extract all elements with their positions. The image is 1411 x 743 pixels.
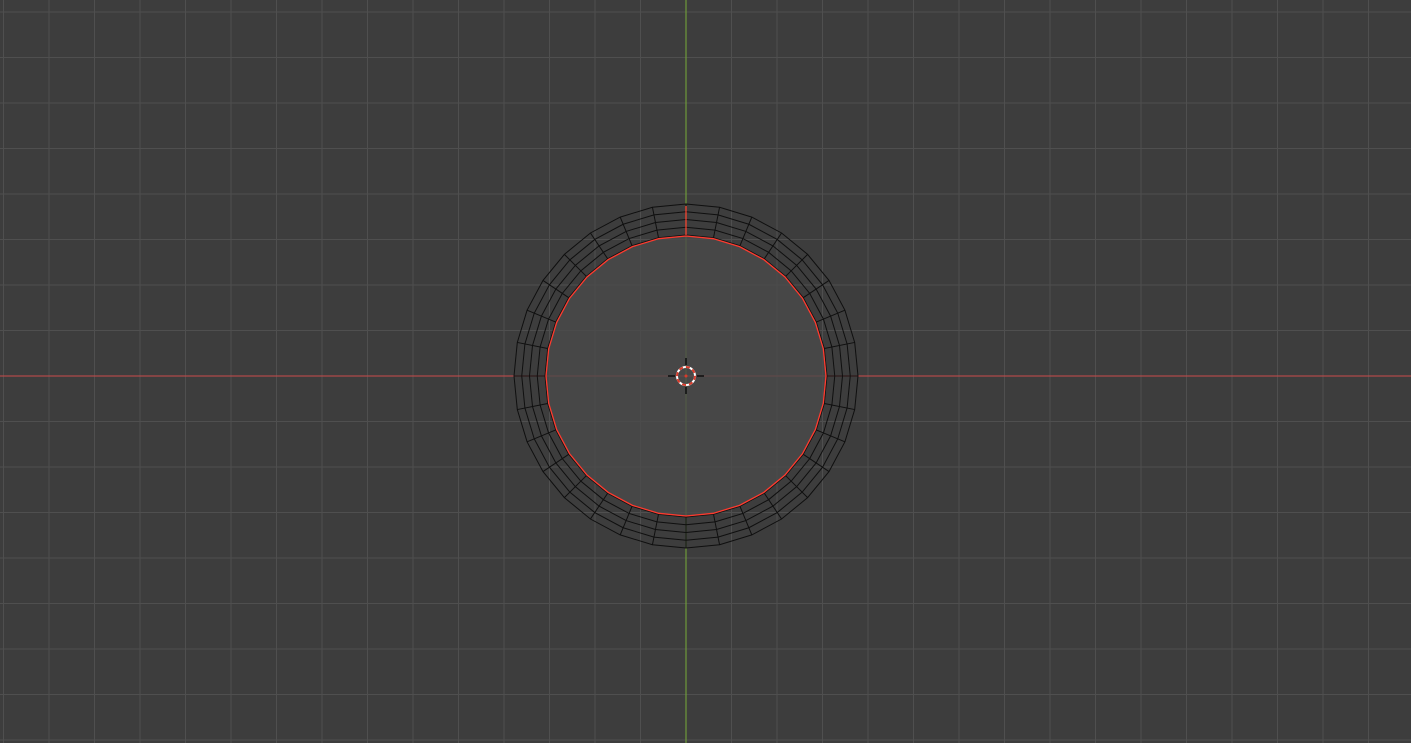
mesh-radial-edge	[564, 254, 587, 277]
mesh-radial-edge	[526, 429, 556, 443]
mesh-radial-edge	[619, 216, 633, 246]
mesh-radial-edge	[739, 506, 753, 536]
mesh-radial-edge	[785, 254, 808, 277]
mesh-radial-edge	[785, 475, 808, 498]
mesh-radial-edge	[816, 309, 846, 323]
3d-viewport[interactable]	[0, 0, 1411, 743]
mesh-radial-edge	[526, 309, 556, 323]
cursor-center-dot	[684, 374, 688, 378]
mesh-radial-edge	[816, 429, 846, 443]
viewport-canvas[interactable]	[0, 0, 1411, 743]
mesh-radial-edge	[739, 216, 753, 246]
mesh-radial-edge	[564, 475, 587, 498]
mesh-radial-edge	[619, 506, 633, 536]
